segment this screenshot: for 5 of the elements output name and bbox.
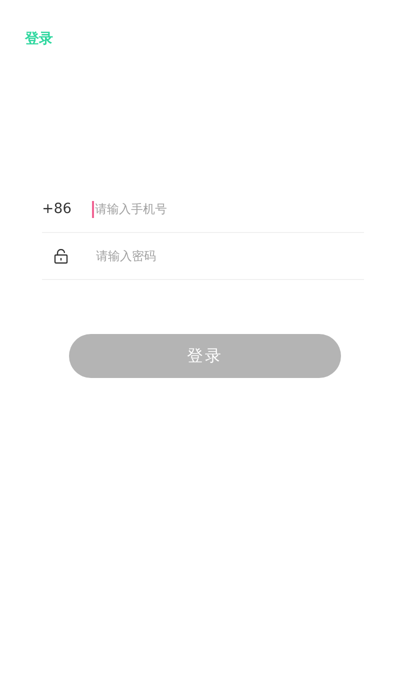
phone-input[interactable]: 请输入手机号 [95, 202, 364, 216]
page-title: 登录 [25, 30, 54, 49]
country-code[interactable]: +86 [42, 201, 92, 217]
lock-icon [54, 248, 68, 264]
password-input[interactable]: 请输入密码 [92, 249, 364, 263]
